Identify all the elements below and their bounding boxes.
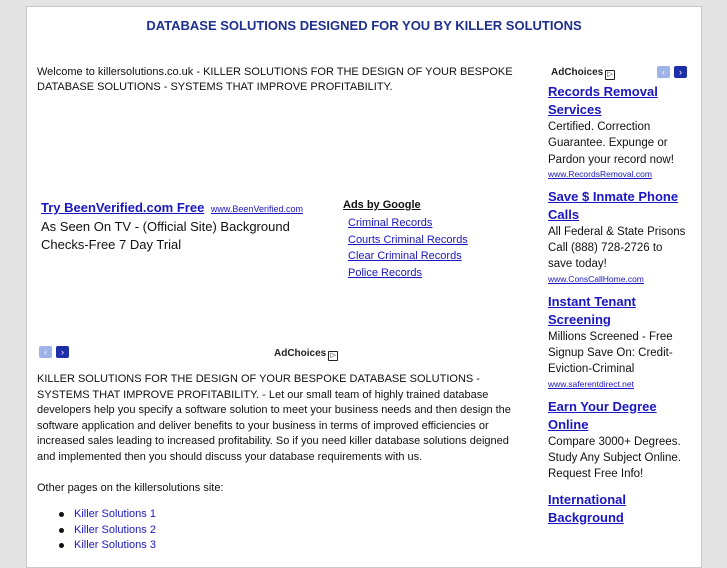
- adchoices-label: AdChoices: [274, 348, 327, 359]
- page-container: DATABASE SOLUTIONS DESIGNED FOR YOU BY K…: [26, 6, 702, 568]
- page-title: DATABASE SOLUTIONS DESIGNED FOR YOU BY K…: [146, 18, 582, 33]
- ad-prev-button[interactable]: ‹: [39, 346, 52, 358]
- adchoices-icon: ▷: [328, 351, 339, 361]
- link-killer-solutions-1[interactable]: Killer Solutions 1: [74, 508, 156, 520]
- ads-by-google-block: Ads by Google Criminal Records Courts Cr…: [343, 199, 503, 281]
- sidebar-ad-url[interactable]: www.saferentdirect.net: [548, 378, 688, 390]
- other-pages-label: Other pages on the killersolutions site:: [37, 482, 224, 494]
- sidebar-ad: Instant Tenant Screening Millions Screen…: [548, 293, 688, 390]
- ads-link-criminal-records[interactable]: Criminal Records: [348, 215, 503, 232]
- list-item: Killer Solutions 3: [57, 538, 156, 554]
- sidebar-ad-title[interactable]: Earn Your Degree Online: [548, 398, 688, 434]
- ads-link-police-records[interactable]: Police Records: [348, 265, 503, 282]
- sidebar-ad-title[interactable]: International Background: [548, 491, 688, 527]
- sidebar-ad-description: Compare 3000+ Degrees. Study Any Subject…: [548, 435, 681, 481]
- other-pages-list: Killer Solutions 1 Killer Solutions 2 Ki…: [57, 507, 156, 554]
- ads-link-clear-criminal-records[interactable]: Clear Criminal Records: [348, 248, 503, 265]
- list-item: Killer Solutions 1: [57, 507, 156, 523]
- ads-link-courts-criminal-records[interactable]: Courts Criminal Records: [348, 232, 503, 249]
- main-ad: Try BeenVerified.com Free www.BeenVerifi…: [41, 199, 341, 254]
- link-killer-solutions-2[interactable]: Killer Solutions 2: [74, 524, 156, 536]
- sidebar-ad-title[interactable]: Instant Tenant Screening: [548, 293, 688, 329]
- adchoices-icon: ▷: [605, 70, 616, 80]
- sidebar-ad-url[interactable]: www.ConsCallHome.com: [548, 273, 688, 285]
- sidebar-ad-title[interactable]: Save $ Inmate Phone Calls: [548, 188, 688, 224]
- sidebar-adchoices-badge[interactable]: AdChoices ▷: [551, 67, 616, 80]
- link-killer-solutions-3[interactable]: Killer Solutions 3: [74, 539, 156, 551]
- welcome-text: Welcome to killersolutions.co.uk - KILLE…: [37, 66, 513, 93]
- sidebar-ad-url[interactable]: www.RecordsRemoval.com: [548, 168, 688, 180]
- main-ad-title-link[interactable]: Try BeenVerified.com Free: [41, 200, 204, 215]
- ads-by-google-heading[interactable]: Ads by Google: [343, 199, 503, 211]
- sidebar-ad-description: Millions Screened - Free Signup Save On:…: [548, 330, 673, 376]
- sidebar-prev-button[interactable]: ‹: [657, 66, 670, 78]
- ad-next-button[interactable]: ›: [56, 346, 69, 358]
- sidebar-next-button[interactable]: ›: [674, 66, 687, 78]
- adchoices-badge[interactable]: AdChoices ▷: [274, 348, 339, 361]
- sidebar-ad: Save $ Inmate Phone Calls All Federal & …: [548, 188, 688, 285]
- body-text: KILLER SOLUTIONS FOR THE DESIGN OF YOUR …: [37, 373, 511, 463]
- sidebar-ad-description: All Federal & State Prisons Call (888) 7…: [548, 225, 686, 271]
- main-ad-url-link[interactable]: www.BeenVerified.com: [211, 204, 303, 214]
- main-ad-description: As Seen On TV - (Official Site) Backgrou…: [41, 219, 290, 252]
- list-item: Killer Solutions 2: [57, 523, 156, 539]
- sidebar-ad: International Background: [548, 491, 688, 527]
- sidebar-adchoices-label: AdChoices: [551, 67, 604, 78]
- sidebar-ad: Earn Your Degree Online Compare 3000+ De…: [548, 398, 688, 483]
- sidebar-ad-title[interactable]: Records Removal Services: [548, 83, 688, 119]
- sidebar-ad-description: Certified. Correction Guarantee. Expunge…: [548, 121, 674, 166]
- sidebar-ads: Records Removal Services Certified. Corr…: [548, 83, 688, 535]
- sidebar-ad: Records Removal Services Certified. Corr…: [548, 83, 688, 180]
